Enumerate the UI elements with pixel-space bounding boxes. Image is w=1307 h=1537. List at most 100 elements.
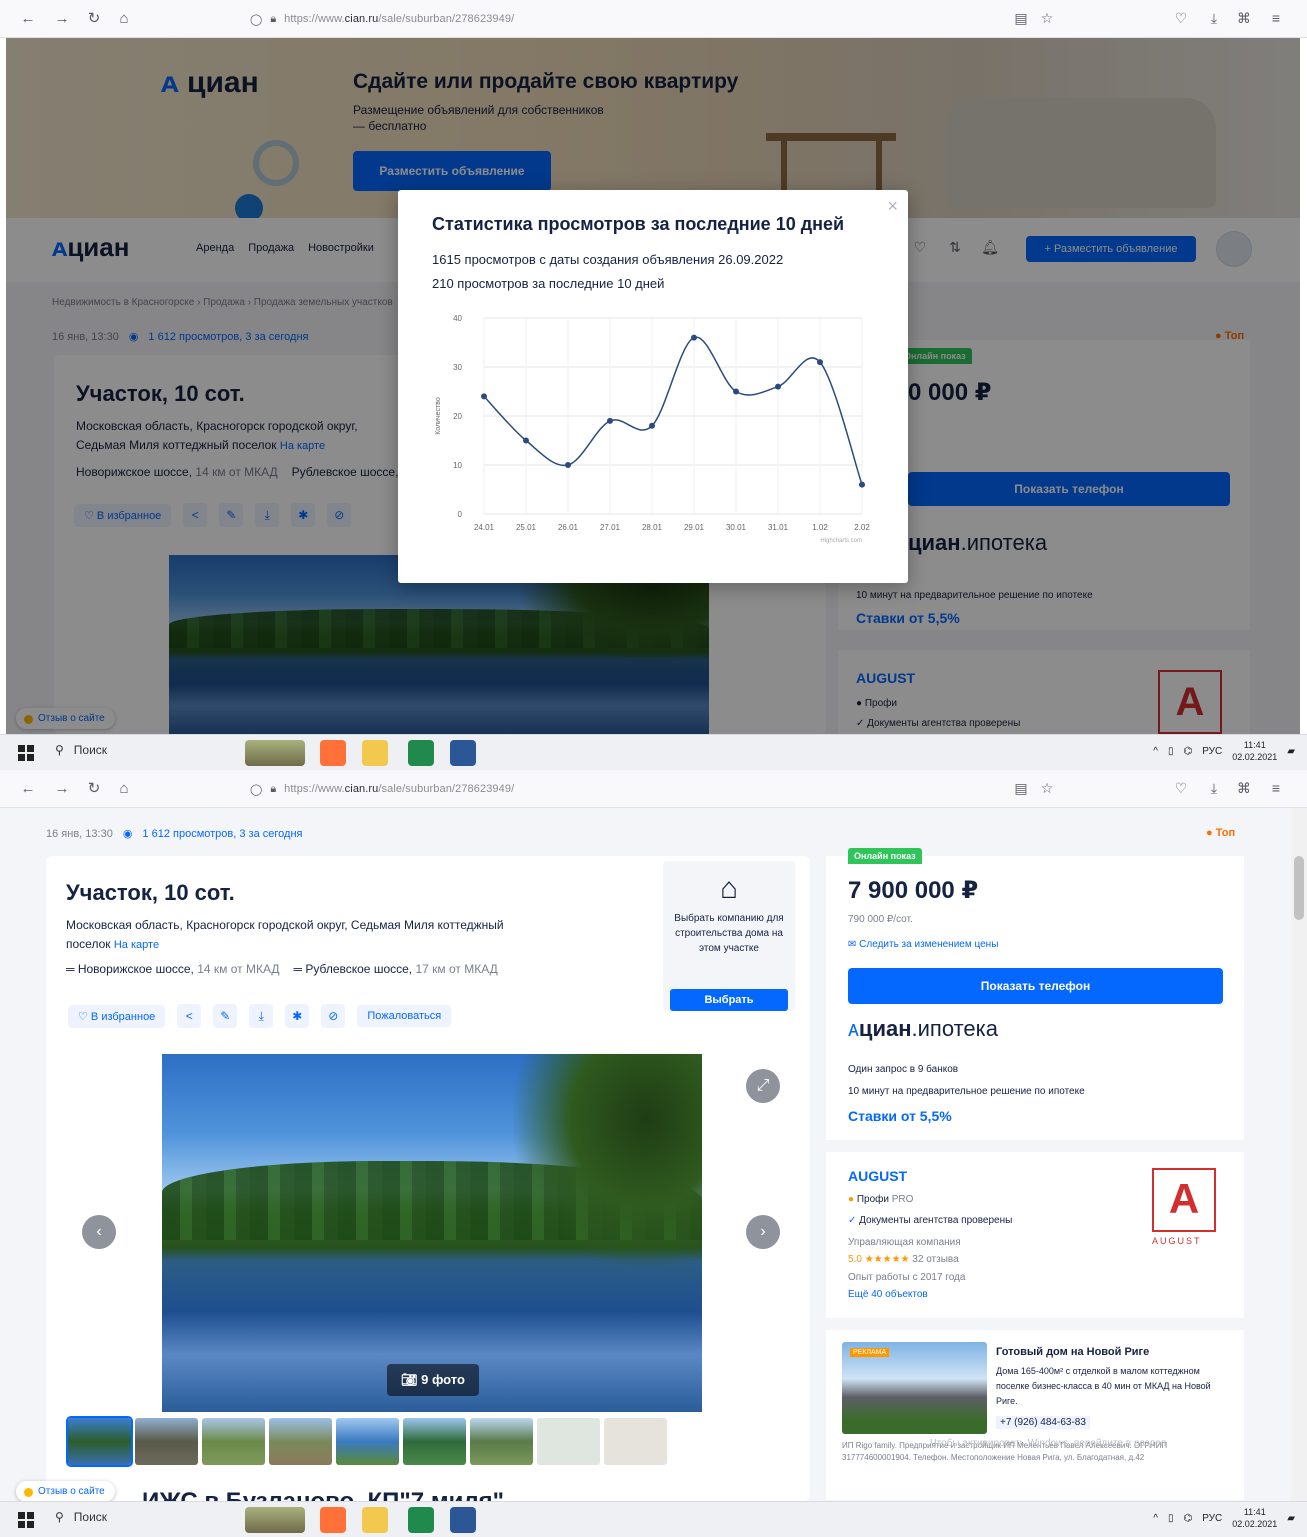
battery-icon[interactable]: ▯ (1168, 746, 1174, 757)
word-icon[interactable] (450, 1507, 476, 1533)
pocket-icon[interactable]: ♡ (1172, 779, 1190, 797)
reload-icon[interactable]: ↻ (84, 9, 104, 29)
address-bar[interactable]: ◯ 🔒︎ https://www.cian.ru/sale/suburban/2… (250, 7, 1070, 31)
agency-name[interactable]: AUGUST (848, 1168, 907, 1184)
data-point (775, 383, 781, 390)
clock[interactable]: 11:41 02.02.2021 (1232, 739, 1277, 763)
thumbnail-map[interactable] (604, 1418, 667, 1465)
edit-icon[interactable]: ✎ (213, 1004, 238, 1028)
hide-icon[interactable]: ⊘ (321, 1004, 346, 1028)
thumbnail[interactable] (403, 1418, 466, 1465)
back-icon[interactable]: ← (18, 9, 38, 29)
word-icon[interactable] (450, 740, 476, 766)
x-tick-label: 25.01 (516, 523, 537, 532)
file-explorer-icon[interactable] (362, 1507, 388, 1533)
extensions-icon[interactable]: ⌘ (1235, 779, 1253, 797)
bookmark-star-icon[interactable]: ☆ (1038, 9, 1056, 27)
main-photo[interactable]: 📷︎ 9 фото (162, 1054, 702, 1412)
thumbnail[interactable] (66, 1416, 133, 1467)
data-point (607, 417, 613, 424)
thumbnail[interactable] (336, 1418, 399, 1465)
notifications-center-icon[interactable]: ▰ (1287, 1513, 1295, 1524)
download-pdf-icon[interactable]: ⤓ (249, 1004, 274, 1028)
scrollbar-thumb[interactable] (1294, 856, 1304, 920)
extensions-icon[interactable]: ⌘ (1235, 9, 1253, 27)
menu-icon[interactable]: ≡ (1267, 779, 1285, 797)
ad-card[interactable]: РЕКЛАМА Готовый дом на Новой Риге Дома 1… (826, 1330, 1244, 1500)
language-indicator[interactable]: РУС (1202, 1513, 1222, 1524)
clock[interactable]: 11:41 02.02.2021 (1232, 1506, 1277, 1530)
reader-icon[interactable]: ▤ (1012, 9, 1030, 27)
views-count[interactable]: 1 612 просмотров, 3 за сегодня (142, 828, 302, 840)
close-icon[interactable]: × (887, 196, 898, 217)
excel-icon[interactable] (408, 1507, 434, 1533)
forward-icon[interactable]: → (52, 779, 72, 799)
thumbnail[interactable] (470, 1418, 533, 1465)
show-phone-button[interactable]: Показать телефон (848, 968, 1223, 1004)
data-point (481, 393, 487, 400)
mortgage-rate-link[interactable]: Ставки от 5,5% (848, 1108, 952, 1124)
mortgage-line2: 10 минут на предварительное решение по и… (848, 1086, 1085, 1097)
agency-card: AUGUST ● Профи PRO ✓ Документы агентства… (826, 1152, 1244, 1318)
ad-title[interactable]: Готовый дом на Новой Риге (996, 1346, 1149, 1358)
browser-toolbar: ← → ↻ ⌂ ◯ 🔒︎ https://www.cian.ru/sale/su… (0, 0, 1307, 38)
notifications-center-icon[interactable]: ▰ (1287, 746, 1295, 757)
watch-price-link[interactable]: ✉ Следить за изменением цены (848, 939, 998, 950)
file-explorer-icon[interactable] (362, 740, 388, 766)
agency-more-link[interactable]: Ещё 40 объектов (848, 1289, 928, 1300)
thumbnail[interactable] (135, 1418, 198, 1465)
home-icon[interactable]: ⌂ (114, 9, 134, 29)
listing-title: Участок, 10 сот. (66, 880, 235, 905)
taskbar-search[interactable]: ⚲ Поиск (55, 743, 107, 757)
home-icon[interactable]: ⌂ (114, 779, 134, 799)
choose-builder-button[interactable]: Выбрать (670, 989, 788, 1011)
bookmark-star-icon[interactable]: ☆ (1038, 779, 1056, 797)
map-link[interactable]: На карте (114, 939, 159, 951)
address-bar[interactable]: ◯ 🔒︎ https://www.cian.ru/sale/suburban/2… (250, 777, 1070, 801)
photo-count[interactable]: 📷︎ 9 фото (387, 1364, 479, 1396)
network-icon[interactable]: ⌬ (1183, 1513, 1192, 1524)
reload-icon[interactable]: ↻ (84, 779, 104, 799)
system-tray: ^ ▯ ⌬ РУС 11:41 02.02.2021 ▰ (1153, 739, 1295, 763)
builder-card: ⌂ Выбрать компанию для строительства дом… (663, 861, 795, 1011)
windows-start-icon[interactable] (18, 745, 34, 761)
chevron-up-icon[interactable]: ^ (1153, 746, 1158, 757)
thumbnail-map[interactable] (537, 1418, 600, 1465)
mortgage-logo: ᴀциан.ипотека (848, 1016, 998, 1041)
taskbar-widget[interactable] (245, 740, 305, 766)
agency-type: Управляющая компания (848, 1237, 961, 1248)
back-icon[interactable]: ← (18, 779, 38, 799)
prev-photo-button[interactable]: ‹ (82, 1215, 116, 1249)
complain-button[interactable]: Пожаловаться (357, 1005, 452, 1027)
taskbar-widget[interactable] (245, 1507, 305, 1533)
download-icon[interactable]: ⤓ (1205, 779, 1223, 797)
thumbnail[interactable] (202, 1418, 265, 1465)
pocket-icon[interactable]: ♡ (1172, 9, 1190, 27)
reader-icon[interactable]: ▤ (1012, 779, 1030, 797)
firefox-icon[interactable] (320, 740, 346, 766)
share-icon[interactable]: < (177, 1004, 202, 1028)
excel-icon[interactable] (408, 740, 434, 766)
chevron-up-icon[interactable]: ^ (1153, 1513, 1158, 1524)
x-tick-label: 1.02 (812, 523, 828, 532)
next-photo-button[interactable]: › (746, 1215, 780, 1249)
battery-icon[interactable]: ▯ (1168, 1513, 1174, 1524)
windows-start-icon[interactable] (18, 1512, 34, 1528)
forward-icon[interactable]: → (52, 9, 72, 29)
agency-logo[interactable]: A (1152, 1168, 1216, 1232)
settings-icon[interactable]: ✱ (285, 1004, 310, 1028)
ad-label: РЕКЛАМА (850, 1348, 890, 1357)
data-point (649, 422, 655, 429)
taskbar-search[interactable]: ⚲ Поиск (55, 1510, 107, 1524)
language-indicator[interactable]: РУС (1202, 746, 1222, 757)
download-icon[interactable]: ⤓ (1205, 9, 1223, 27)
ad-phone[interactable]: +7 (926) 484-63-83 (996, 1416, 1090, 1429)
favorite-button[interactable]: ♡ В избранное (68, 1004, 166, 1028)
menu-icon[interactable]: ≡ (1267, 9, 1285, 27)
network-icon[interactable]: ⌬ (1183, 746, 1192, 757)
windows-taskbar: ⚲ Поиск ^ ▯ ⌬ РУС 11:41 02.02.2021 ▰ (0, 1501, 1307, 1537)
thumbnail[interactable] (269, 1418, 332, 1465)
fullscreen-icon[interactable]: ⤢ (746, 1069, 780, 1103)
feedback-button[interactable]: Отзыв о сайте (16, 1481, 115, 1502)
firefox-icon[interactable] (320, 1507, 346, 1533)
